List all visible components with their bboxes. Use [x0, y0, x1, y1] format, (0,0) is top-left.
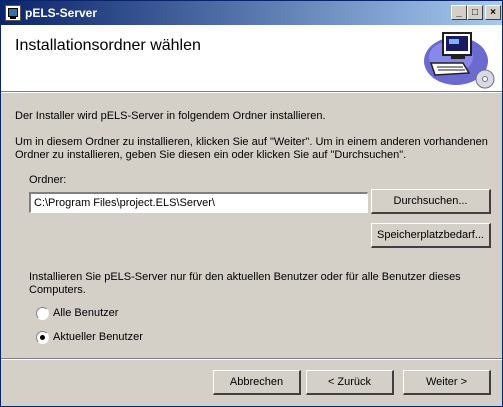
- cancel-button[interactable]: Abbrechen: [213, 370, 301, 395]
- title-bar[interactable]: pELS-Server _ □ ×: [1, 1, 502, 25]
- radio-current-user[interactable]: [36, 331, 49, 344]
- app-icon: [5, 5, 21, 21]
- radio-current-user-label[interactable]: Aktueller Benutzer: [53, 331, 143, 343]
- page-title: Installationsordner wählen: [15, 37, 201, 54]
- instruction-text-line1: Um in diesem Ordner zu installieren, kli…: [15, 136, 488, 148]
- header-divider: [1, 91, 502, 93]
- close-button[interactable]: ×: [485, 5, 501, 20]
- install-scope-prompt-line2: Computers.: [29, 284, 86, 296]
- folder-label: Ordner:: [29, 174, 67, 186]
- install-scope-prompt-line1: Installieren Sie pELS-Server nur für den…: [29, 271, 461, 283]
- minimize-icon: _: [456, 7, 462, 18]
- instruction-text-line2: Ordner zu installieren, geben Sie diesen…: [15, 149, 407, 161]
- maximize-icon: □: [471, 7, 479, 18]
- intro-text: Der Installer wird pELS-Server in folgen…: [15, 110, 326, 122]
- next-button[interactable]: Weiter >: [403, 370, 491, 395]
- maximize-button[interactable]: □: [467, 5, 483, 20]
- disk-cost-button[interactable]: Speicherplatzbedarf...: [371, 223, 491, 248]
- window-title: pELS-Server: [25, 6, 98, 20]
- close-icon: ×: [490, 7, 496, 18]
- back-button[interactable]: < Zurück: [306, 370, 394, 395]
- radio-all-users-label[interactable]: Alle Benutzer: [53, 307, 118, 319]
- radio-all-users[interactable]: [36, 307, 49, 320]
- browse-button[interactable]: Durchsuchen...: [371, 189, 491, 214]
- computer-install-icon: [424, 32, 495, 89]
- folder-path-input[interactable]: [29, 192, 368, 213]
- footer-divider: [1, 358, 502, 360]
- minimize-button[interactable]: _: [451, 5, 467, 20]
- header-banner: Installationsordner wählen: [1, 25, 502, 91]
- installer-window: pELS-Server _ □ × Installationsordner wä…: [0, 0, 503, 407]
